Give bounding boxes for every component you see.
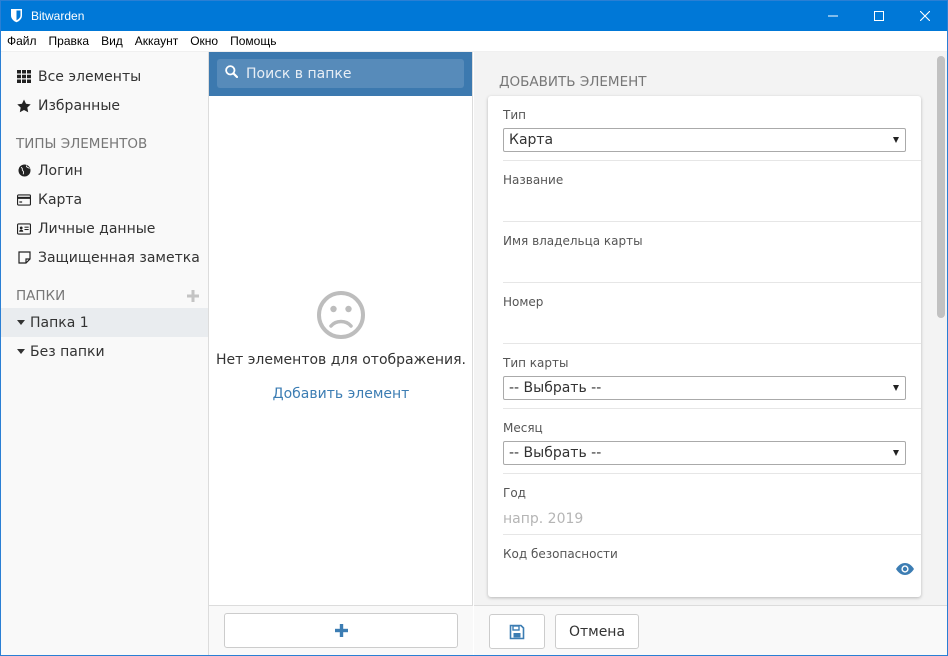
caret-down-icon <box>17 320 25 325</box>
search-icon <box>225 65 239 82</box>
sidebar-item-no-folder[interactable]: Без папки <box>1 337 208 366</box>
bitwarden-shield-icon <box>9 8 23 24</box>
globe-icon <box>17 164 31 178</box>
menu-view[interactable]: Вид <box>95 31 129 52</box>
types-heading: ТИПЫ ЭЛЕМЕНТОВ <box>16 136 148 152</box>
close-icon <box>920 10 930 21</box>
window-title: Bitwarden <box>31 8 85 23</box>
sidebar: Все элементы Избранные ТИПЫ ЭЛЕМЕНТОВ Ло… <box>1 52 209 655</box>
sidebar-item-label: Все элементы <box>38 68 142 85</box>
security-code-field[interactable]: Код безопасности <box>503 535 921 597</box>
grid-icon <box>17 70 31 84</box>
card-brand-field: Тип карты -- Выбрать -- <box>503 344 921 409</box>
menu-file[interactable]: Файл <box>1 31 43 52</box>
folders-heading: ПАПКИ <box>1 272 208 308</box>
frown-icon <box>316 290 366 340</box>
sidebar-item-label: Карта <box>38 191 83 208</box>
eye-icon[interactable] <box>895 562 915 578</box>
menu-account[interactable]: Аккаунт <box>129 31 184 52</box>
exp-year-placeholder: напр. 2019 <box>503 511 584 527</box>
close-button[interactable] <box>902 0 948 31</box>
floppy-disk-icon <box>509 624 525 639</box>
cardholder-name-label: Имя владельца карты <box>503 234 643 248</box>
cancel-button[interactable]: Отмена <box>555 614 639 649</box>
scrollbar-thumb[interactable] <box>937 56 945 318</box>
sidebar-item-card[interactable]: Карта <box>1 185 208 214</box>
add-item-link[interactable]: Добавить элемент <box>273 386 410 402</box>
exp-year-field[interactable]: Год напр. 2019 <box>503 474 921 535</box>
menu-window[interactable]: Окно <box>184 31 224 52</box>
security-code-label: Код безопасности <box>503 547 618 561</box>
exp-month-field: Месяц -- Выбрать -- <box>503 409 921 474</box>
detail-footer: Отмена <box>474 605 947 655</box>
empty-state: Нет элементов для отображения. Добавить … <box>209 290 473 402</box>
menu-bar: Файл Правка Вид Аккаунт Окно Помощь <box>1 31 947 52</box>
type-select-value: Карта <box>509 132 554 148</box>
card-brand-select[interactable]: -- Выбрать -- <box>503 376 906 400</box>
exp-month-select[interactable]: -- Выбрать -- <box>503 441 906 465</box>
sticky-note-icon <box>17 251 31 265</box>
sidebar-item-label: Защищенная заметка <box>38 249 200 266</box>
sidebar-item-identity[interactable]: Личные данные <box>1 214 208 243</box>
sidebar-item-label: Избранные <box>38 97 120 114</box>
search-box[interactable] <box>217 59 464 88</box>
type-label: Тип <box>503 108 526 122</box>
save-button[interactable] <box>489 614 545 649</box>
add-folder-icon[interactable] <box>186 289 200 303</box>
menu-edit[interactable]: Правка <box>43 31 96 52</box>
detail-scrollbar[interactable] <box>935 52 947 605</box>
cardholder-name-field[interactable]: Имя владельца карты <box>503 222 921 283</box>
search-bar <box>209 52 472 96</box>
title-bar: Bitwarden <box>0 0 948 31</box>
sidebar-item-label: Папка 1 <box>30 314 89 331</box>
credit-card-icon <box>17 193 31 207</box>
add-item-form: Тип Карта Название Имя владельца карты Н… <box>488 96 921 597</box>
sidebar-item-favorites[interactable]: Избранные <box>1 91 208 120</box>
list-footer <box>209 605 473 655</box>
search-input[interactable] <box>246 65 446 82</box>
plus-icon <box>334 624 348 637</box>
sidebar-item-secure-note[interactable]: Защищенная заметка <box>1 243 208 272</box>
minimize-icon <box>828 15 838 16</box>
id-card-icon <box>17 222 31 236</box>
exp-month-label: Месяц <box>503 421 543 435</box>
maximize-button[interactable] <box>856 0 902 31</box>
dropdown-arrow-icon <box>893 450 899 456</box>
sidebar-item-folder-1[interactable]: Папка 1 <box>1 308 208 337</box>
exp-month-select-value: -- Выбрать -- <box>509 445 602 461</box>
sidebar-item-all-items[interactable]: Все элементы <box>1 62 208 91</box>
name-label: Название <box>503 173 564 187</box>
card-brand-select-value: -- Выбрать -- <box>509 380 602 396</box>
card-brand-label: Тип карты <box>503 356 569 370</box>
sidebar-item-label: Логин <box>38 162 83 179</box>
add-item-button[interactable] <box>224 613 458 648</box>
type-field: Тип Карта <box>503 96 921 161</box>
menu-help[interactable]: Помощь <box>224 31 282 52</box>
name-field[interactable]: Название <box>503 161 921 222</box>
card-number-field[interactable]: Номер <box>503 283 921 344</box>
caret-down-icon <box>17 349 25 354</box>
page-title: ДОБАВИТЬ ЭЛЕМЕНТ <box>499 74 647 90</box>
star-icon <box>17 99 31 113</box>
card-number-label: Номер <box>503 295 544 309</box>
sidebar-item-label: Личные данные <box>38 220 156 237</box>
dropdown-arrow-icon <box>893 385 899 391</box>
sidebar-item-login[interactable]: Логин <box>1 156 208 185</box>
items-list-pane: Нет элементов для отображения. Добавить … <box>209 52 473 655</box>
item-detail-pane: ДОБАВИТЬ ЭЛЕМЕНТ Тип Карта Название Имя … <box>474 52 947 655</box>
dropdown-arrow-icon <box>893 137 899 143</box>
minimize-button[interactable] <box>810 0 856 31</box>
folders-heading-label: ПАПКИ <box>16 288 66 304</box>
sidebar-item-label: Без папки <box>30 343 105 360</box>
exp-year-label: Год <box>503 486 526 500</box>
maximize-icon <box>874 10 884 21</box>
empty-message: Нет элементов для отображения. <box>216 352 466 368</box>
type-select[interactable]: Карта <box>503 128 906 152</box>
